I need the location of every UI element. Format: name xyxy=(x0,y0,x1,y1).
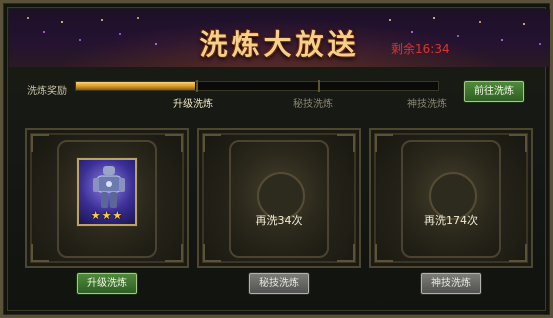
event-title: 洗炼大放送 xyxy=(199,28,360,61)
reward-panel-upgrade: ★★★ xyxy=(25,128,189,268)
reward-progress-bar xyxy=(75,80,439,92)
milestone-upgrade: 升级洗炼 xyxy=(173,99,213,110)
event-window: 洗炼大放送 剩余16:34 洗炼奖励 升级洗炼 秘技洗炼 神技洗炼 前往洗炼 ★… xyxy=(0,0,553,318)
item-rank-stars: ★★★ xyxy=(90,209,124,222)
reward-progress-label: 洗炼奖励 xyxy=(27,86,67,97)
reward-progress-fill xyxy=(76,82,196,90)
reward-panel-divine: 再洗174次 xyxy=(369,128,533,268)
panel-status-text: 再洗174次 xyxy=(424,214,478,227)
upgrade-refine-button[interactable]: 升级洗炼 xyxy=(77,273,137,294)
reward-panels: ★★★ 再洗34次 再洗174次 升级洗炼 秘技洗炼 神技洗炼 xyxy=(25,128,533,308)
panel-status-text: 再洗34次 xyxy=(255,214,303,227)
progress-tick xyxy=(196,80,198,92)
progress-tick xyxy=(318,80,320,92)
reward-panel-secret: 再洗34次 xyxy=(197,128,361,268)
event-header: 洗炼大放送 剩余16:34 xyxy=(9,9,550,67)
secret-refine-button[interactable]: 秘技洗炼 xyxy=(249,273,309,294)
armor-icon xyxy=(93,166,125,208)
divine-refine-button[interactable]: 神技洗炼 xyxy=(421,273,481,294)
panel-ornament xyxy=(401,140,501,258)
milestone-secret: 秘技洗炼 xyxy=(293,99,333,110)
countdown-timer: 剩余16:34 xyxy=(391,42,450,56)
panel-ornament xyxy=(229,140,329,258)
milestone-divine: 神技洗炼 xyxy=(407,99,447,110)
reward-item-slot[interactable]: ★★★ xyxy=(77,158,137,226)
goto-refine-button[interactable]: 前往洗炼 xyxy=(464,81,524,102)
